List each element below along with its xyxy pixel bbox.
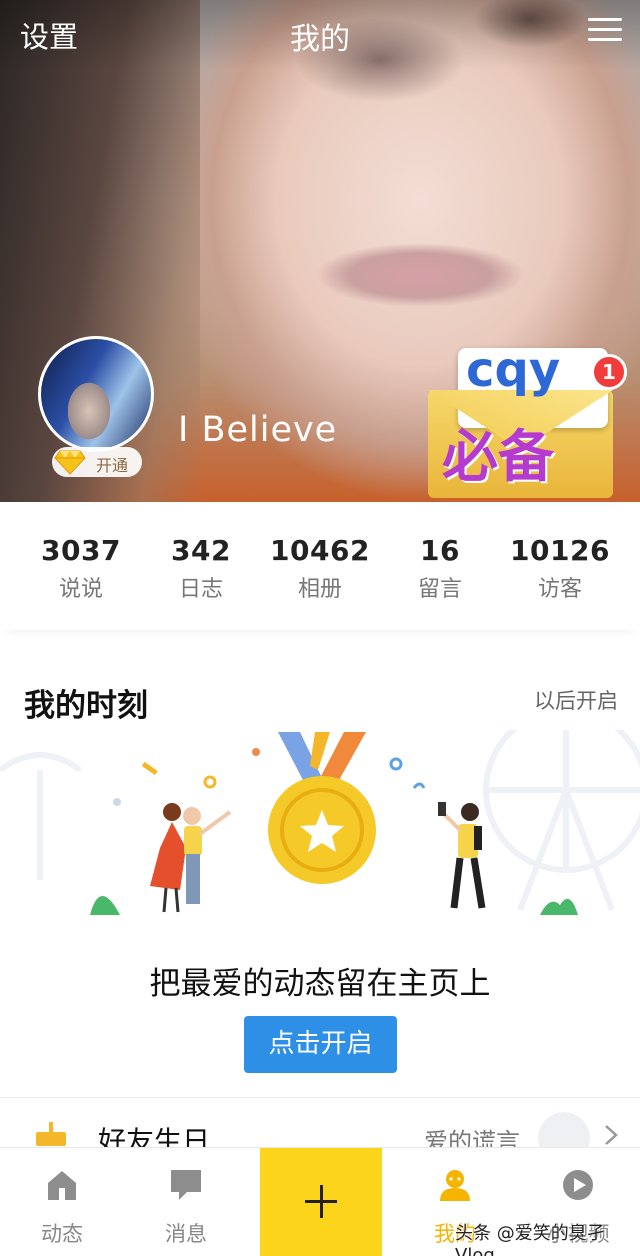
page-title: 我的 (290, 22, 350, 57)
chevron-right-icon[interactable] (604, 1124, 618, 1146)
stat-value: 342 (171, 534, 231, 567)
plus-icon-vertical (320, 1185, 323, 1218)
tab-label: 消息 (165, 1222, 207, 1246)
notification-badge: 1 (591, 354, 627, 390)
moments-later-link[interactable]: 以后开启 (534, 685, 618, 715)
enable-moments-button[interactable]: 点击开启 (244, 1016, 397, 1073)
promo-envelope[interactable]: cqy 必备 1 (428, 340, 628, 500)
stat-shuoshuo[interactable]: 3037 说说 (17, 534, 145, 603)
hamburger-menu-icon[interactable] (588, 16, 622, 44)
stat-label: 留言 (417, 577, 462, 602)
stat-label: 说说 (58, 577, 103, 602)
person-icon (440, 1170, 470, 1201)
carousel-bg (0, 752, 82, 880)
stat-visitors[interactable]: 10126 访客 (496, 534, 624, 603)
post-add-button[interactable] (260, 1148, 382, 1256)
chat-bubble-icon (171, 1170, 201, 1200)
moments-title: 我的时刻 (24, 688, 148, 724)
section-divider (0, 1097, 640, 1098)
couple-figures (150, 803, 232, 913)
stat-value: 3037 (41, 534, 121, 567)
profile-page: 设置 我的 开通 I Believe cqy 必备 1 3037 说说 342 … (0, 0, 640, 1256)
settings-button[interactable]: 设置 (20, 14, 78, 56)
promo-line1: cqy (466, 342, 561, 398)
medal (268, 732, 376, 884)
stat-messages[interactable]: 16 留言 (376, 534, 504, 603)
photographer-figure (438, 802, 486, 909)
stat-value: 16 (420, 534, 460, 567)
ferris-wheel-bg (483, 730, 640, 912)
vip-open-badge[interactable]: 开通 (52, 447, 142, 477)
moments-description: 把最爱的动态留在主页上 (149, 966, 491, 1002)
vip-open-label: 开通 (96, 456, 129, 475)
watermark: 头条 @爱笑的臭孑Vlog (455, 1223, 605, 1256)
video-play-icon (563, 1170, 593, 1200)
top-bar: 设置 我的 (0, 0, 640, 64)
stat-blog[interactable]: 342 日志 (137, 534, 265, 603)
stat-album[interactable]: 10462 相册 (256, 534, 384, 603)
avatar[interactable] (38, 336, 154, 452)
diamond-icon (54, 450, 86, 475)
cake-icon (36, 1122, 66, 1146)
promo-line2: 必备 (442, 425, 554, 490)
moments-illustration (0, 730, 640, 915)
stat-label: 访客 (537, 577, 582, 602)
house-icon (48, 1171, 76, 1200)
stat-label: 日志 (178, 577, 223, 602)
tab-feed[interactable]: 动态 (12, 1148, 112, 1256)
tab-messages[interactable]: 消息 (136, 1148, 236, 1256)
nickname: I Believe (178, 410, 338, 450)
stat-value: 10462 (270, 534, 370, 567)
stat-value: 10126 (510, 534, 610, 567)
stats-row: 3037 说说 342 日志 10462 相册 16 留言 10126 访客 (0, 502, 640, 630)
stat-label: 相册 (297, 577, 342, 602)
tab-label: 动态 (41, 1222, 83, 1246)
